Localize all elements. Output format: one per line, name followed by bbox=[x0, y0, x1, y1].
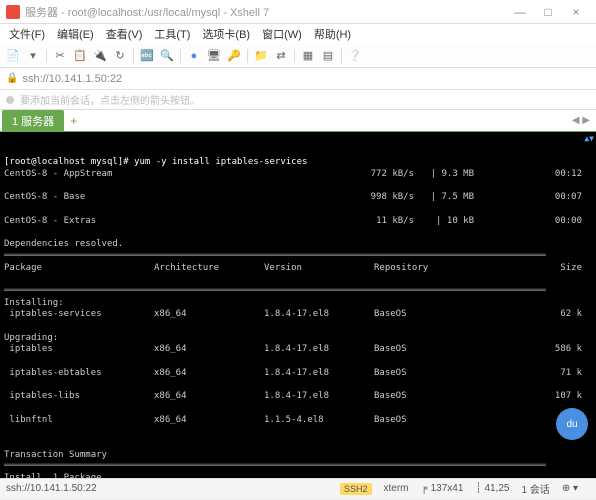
search-icon[interactable]: 🔍 bbox=[158, 47, 176, 65]
new-icon[interactable]: 📄 bbox=[4, 47, 22, 65]
reconnect-icon[interactable]: ↻ bbox=[111, 47, 129, 65]
dropdown-icon[interactable]: ▾ bbox=[24, 47, 42, 65]
menu-view[interactable]: 查看(V) bbox=[101, 24, 148, 44]
status-term: xterm bbox=[384, 483, 409, 494]
tab-label: 1 服务器 bbox=[12, 113, 54, 129]
close-button[interactable]: × bbox=[562, 5, 590, 19]
tab-arrow-icon[interactable]: ◀ ▶ bbox=[568, 115, 594, 126]
add-tab-button[interactable]: + bbox=[64, 112, 83, 130]
lock-icon: 🔒 bbox=[6, 73, 18, 84]
address-bar: 🔒 ssh://10.141.1.50:22 bbox=[0, 68, 596, 90]
address-url[interactable]: ssh://10.141.1.50:22 bbox=[22, 73, 122, 85]
status-plus-icon[interactable]: ⊕ ▾ bbox=[562, 483, 578, 494]
window-title: 服务器 - root@localhost:/usr/local/mysql - … bbox=[25, 4, 506, 20]
title-bar: 服务器 - root@localhost:/usr/local/mysql - … bbox=[0, 0, 596, 24]
hint-bar: 要添加当前会话，点击左侧的箭头按钮。 bbox=[0, 90, 596, 110]
screen-icon[interactable]: 🖥 bbox=[205, 47, 223, 65]
color-icon[interactable]: ● bbox=[185, 47, 203, 65]
status-pos: ┊ 41,25 bbox=[475, 483, 509, 494]
maximize-button[interactable]: □ bbox=[534, 5, 562, 19]
cascade-icon[interactable]: ▤ bbox=[319, 47, 337, 65]
tile-icon[interactable]: ▦ bbox=[299, 47, 317, 65]
session-tab[interactable]: 1 服务器 bbox=[2, 110, 64, 132]
terminal-output[interactable]: ▲▼ [root@localhost mysql]# yum -y instal… bbox=[0, 132, 596, 478]
window-controls: — □ × bbox=[506, 5, 590, 19]
menu-help[interactable]: 帮助(H) bbox=[309, 24, 356, 44]
scroll-indicator: ▲▼ bbox=[584, 134, 594, 144]
status-address: ssh://10.141.1.50:22 bbox=[6, 483, 97, 494]
connect-icon[interactable]: 🔌 bbox=[91, 47, 109, 65]
tab-bar: 1 服务器 + ◀ ▶ bbox=[0, 110, 596, 132]
menu-window[interactable]: 窗口(W) bbox=[257, 24, 307, 44]
menu-tools[interactable]: 工具(T) bbox=[149, 24, 195, 44]
menu-tabs[interactable]: 选项卡(B) bbox=[197, 24, 255, 44]
status-bar: ssh://10.141.1.50:22 SSH2 xterm ╒ 137x41… bbox=[0, 478, 596, 498]
minimize-button[interactable]: — bbox=[506, 5, 534, 19]
status-sessions: 1 会话 bbox=[521, 481, 549, 496]
copy-icon[interactable]: ✂ bbox=[51, 47, 69, 65]
hint-text: 要添加当前会话，点击左侧的箭头按钮。 bbox=[20, 92, 200, 107]
folder-icon[interactable]: 📁 bbox=[252, 47, 270, 65]
font-icon[interactable]: 🔤 bbox=[138, 47, 156, 65]
menu-file[interactable]: 文件(F) bbox=[4, 24, 50, 44]
status-size: ╒ 137x41 bbox=[421, 483, 464, 494]
float-button[interactable]: du bbox=[556, 408, 588, 440]
toolbar: 📄 ▾ ✂ 📋 🔌 ↻ 🔤 🔍 ● 🖥 🔑 📁 ⇄ ▦ ▤ ❔ bbox=[0, 44, 596, 68]
hint-dot-icon bbox=[6, 96, 14, 104]
ssh-badge: SSH2 bbox=[340, 483, 372, 495]
key-icon[interactable]: 🔑 bbox=[225, 47, 243, 65]
paste-icon[interactable]: 📋 bbox=[71, 47, 89, 65]
menu-bar: 文件(F) 编辑(E) 查看(V) 工具(T) 选项卡(B) 窗口(W) 帮助(… bbox=[0, 24, 596, 44]
menu-edit[interactable]: 编辑(E) bbox=[52, 24, 99, 44]
app-icon bbox=[6, 5, 20, 19]
help-icon[interactable]: ❔ bbox=[346, 47, 364, 65]
transfer-icon[interactable]: ⇄ bbox=[272, 47, 290, 65]
